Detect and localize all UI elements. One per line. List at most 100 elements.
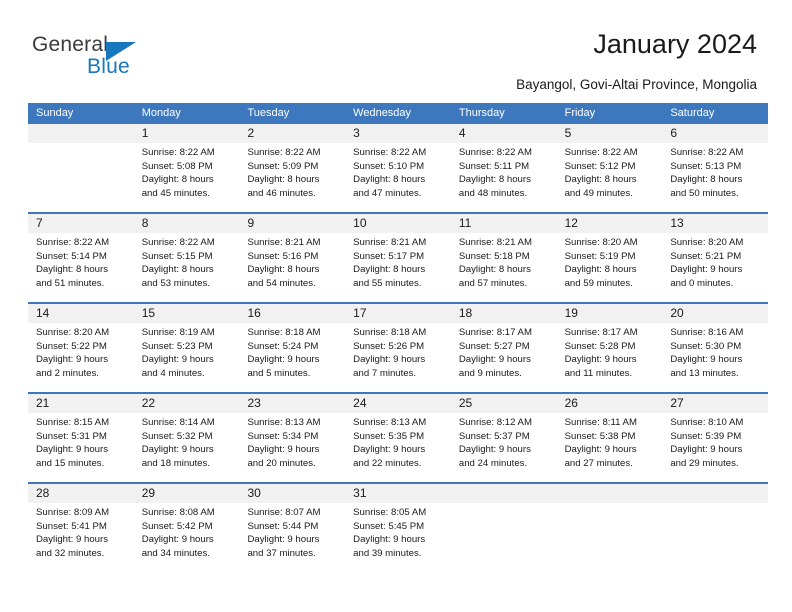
- day-cell-7[interactable]: Sunrise: 8:22 AM Sunset: 5:14 PM Daylight:…: [28, 233, 134, 302]
- day-cell-22[interactable]: Sunrise: 8:14 AM Sunset: 5:32 PM Daylight:…: [134, 413, 240, 482]
- day-detail-line: Sunrise: 8:08 AM: [141, 507, 215, 518]
- day-cell-8[interactable]: Sunrise: 8:22 AM Sunset: 5:15 PM Daylight:…: [134, 233, 240, 302]
- day-detail-line: Sunset: 5:45 PM: [353, 520, 425, 532]
- day-number-24[interactable]: 24: [345, 394, 451, 413]
- day-number-6[interactable]: 6: [662, 124, 768, 143]
- day-cell-17[interactable]: Sunrise: 8:18 AM Sunset: 5:26 PM Daylight:…: [345, 323, 451, 392]
- day-number-25[interactable]: 25: [451, 394, 557, 413]
- day-detail-line: Daylight: 9 hours: [458, 354, 531, 366]
- day-detail-line: and 4 minutes.: [141, 367, 205, 379]
- day-detail-line: Daylight: 9 hours: [564, 444, 637, 456]
- day-cell-19[interactable]: Sunrise: 8:17 AM Sunset: 5:28 PM Daylight:…: [557, 323, 663, 392]
- day-cell-3[interactable]: Sunrise: 8:22 AM Sunset: 5:10 PM Daylight:…: [345, 143, 451, 212]
- day-number-18[interactable]: 18: [451, 304, 557, 323]
- general-blue-logo: General Blue: [32, 33, 212, 85]
- day-number-16[interactable]: 16: [239, 304, 345, 323]
- day-number-28[interactable]: 28: [28, 484, 134, 503]
- week-detail-band: Sunrise: 8:09 AM Sunset: 5:41 PM Daylight:…: [28, 503, 768, 572]
- day-cell-29[interactable]: Sunrise: 8:08 AM Sunset: 5:42 PM Daylight:…: [134, 503, 240, 572]
- week-detail-band: Sunrise: 8:22 AM Sunset: 5:08 PM Daylight:…: [28, 143, 768, 212]
- day-detail-line: Sunrise: 8:19 AM: [141, 327, 215, 338]
- day-cell-24[interactable]: Sunrise: 8:13 AM Sunset: 5:35 PM Daylight:…: [345, 413, 451, 482]
- day-detail-line: and 32 minutes.: [36, 547, 105, 559]
- day-cell-26[interactable]: Sunrise: 8:11 AM Sunset: 5:38 PM Daylight:…: [557, 413, 663, 482]
- day-detail-line: Sunset: 5:15 PM: [141, 250, 213, 262]
- day-cell-28[interactable]: Sunrise: 8:09 AM Sunset: 5:41 PM Daylight:…: [28, 503, 134, 572]
- day-detail-line: Daylight: 8 hours: [141, 174, 214, 186]
- day-number-10[interactable]: 10: [345, 214, 451, 233]
- day-cell-30[interactable]: Sunrise: 8:07 AM Sunset: 5:44 PM Daylight:…: [239, 503, 345, 572]
- day-number-21[interactable]: 21: [28, 394, 134, 413]
- day-number-14[interactable]: 14: [28, 304, 134, 323]
- calendar-week-row: 21 22 23 24 25 26 27 Sunrise: 8:15 AM Sunset: 5:…: [28, 392, 768, 482]
- day-detail-line: Sunrise: 8:13 AM: [247, 417, 321, 428]
- day-cell-16[interactable]: Sunrise: 8:18 AM Sunset: 5:24 PM Daylight:…: [239, 323, 345, 392]
- day-cell-14[interactable]: Sunrise: 8:20 AM Sunset: 5:22 PM Daylight:…: [28, 323, 134, 392]
- day-number-5[interactable]: 5: [557, 124, 663, 143]
- day-cell-12[interactable]: Sunrise: 8:20 AM Sunset: 5:19 PM Daylight:…: [557, 233, 663, 302]
- day-detail-line: Daylight: 9 hours: [247, 534, 320, 546]
- day-detail-line: Sunrise: 8:09 AM: [36, 507, 110, 518]
- day-number-1[interactable]: 1: [134, 124, 240, 143]
- day-number-7[interactable]: 7: [28, 214, 134, 233]
- day-number-26[interactable]: 26: [557, 394, 663, 413]
- day-number-2[interactable]: 2: [239, 124, 345, 143]
- day-detail-line: and 39 minutes.: [353, 547, 422, 559]
- day-number-19[interactable]: 19: [557, 304, 663, 323]
- day-cell-9[interactable]: Sunrise: 8:21 AM Sunset: 5:16 PM Daylight:…: [239, 233, 345, 302]
- day-cell-1[interactable]: Sunrise: 8:22 AM Sunset: 5:08 PM Daylight:…: [134, 143, 240, 212]
- day-detail-line: Sunrise: 8:22 AM: [247, 147, 321, 158]
- day-cell-5[interactable]: Sunrise: 8:22 AM Sunset: 5:12 PM Daylight:…: [557, 143, 663, 212]
- day-detail-line: Sunset: 5:34 PM: [247, 430, 319, 442]
- day-number-17[interactable]: 17: [345, 304, 451, 323]
- day-detail-line: and 55 minutes.: [353, 277, 422, 289]
- day-detail-line: Sunset: 5:19 PM: [564, 250, 636, 262]
- weekday-header-monday: Monday: [141, 107, 181, 119]
- day-number-11[interactable]: 11: [451, 214, 557, 233]
- day-number-30[interactable]: 30: [239, 484, 345, 503]
- weekday-header-thursday: Thursday: [458, 107, 505, 119]
- day-cell-27[interactable]: Sunrise: 8:10 AM Sunset: 5:39 PM Daylight:…: [662, 413, 768, 482]
- day-cell-10[interactable]: Sunrise: 8:21 AM Sunset: 5:17 PM Daylight:…: [345, 233, 451, 302]
- day-number-29[interactable]: 29: [134, 484, 240, 503]
- day-cell-11[interactable]: Sunrise: 8:21 AM Sunset: 5:18 PM Daylight:…: [451, 233, 557, 302]
- day-cell-15[interactable]: Sunrise: 8:19 AM Sunset: 5:23 PM Daylight:…: [134, 323, 240, 392]
- day-cell-20[interactable]: Sunrise: 8:16 AM Sunset: 5:30 PM Daylight:…: [662, 323, 768, 392]
- day-detail-line: Sunrise: 8:17 AM: [458, 327, 532, 338]
- day-detail-line: Daylight: 9 hours: [141, 534, 214, 546]
- day-detail-line: Daylight: 8 hours: [353, 264, 426, 276]
- day-number-3[interactable]: 3: [345, 124, 451, 143]
- day-number-12[interactable]: 12: [557, 214, 663, 233]
- day-number-23[interactable]: 23: [239, 394, 345, 413]
- day-cell-18[interactable]: Sunrise: 8:17 AM Sunset: 5:27 PM Daylight:…: [451, 323, 557, 392]
- day-cell-2[interactable]: Sunrise: 8:22 AM Sunset: 5:09 PM Daylight:…: [239, 143, 345, 212]
- day-detail-line: and 53 minutes.: [141, 277, 210, 289]
- day-cell-31[interactable]: Sunrise: 8:05 AM Sunset: 5:45 PM Daylight:…: [345, 503, 451, 572]
- day-cell-21[interactable]: Sunrise: 8:15 AM Sunset: 5:31 PM Daylight:…: [28, 413, 134, 482]
- day-cell-13[interactable]: Sunrise: 8:20 AM Sunset: 5:21 PM Daylight:…: [662, 233, 768, 302]
- day-detail-line: and 11 minutes.: [564, 367, 633, 379]
- day-detail-line: and 2 minutes.: [36, 367, 99, 379]
- day-detail-line: Sunset: 5:38 PM: [564, 430, 636, 442]
- day-detail-line: Daylight: 9 hours: [141, 444, 214, 456]
- day-cell-6[interactable]: Sunrise: 8:22 AM Sunset: 5:13 PM Daylight:…: [662, 143, 768, 212]
- day-detail-line: and 0 minutes.: [670, 277, 734, 289]
- day-number-8[interactable]: 8: [134, 214, 240, 233]
- day-number-22[interactable]: 22: [134, 394, 240, 413]
- day-cell-4[interactable]: Sunrise: 8:22 AM Sunset: 5:11 PM Daylight:…: [451, 143, 557, 212]
- day-number-20[interactable]: 20: [662, 304, 768, 323]
- calendar-grid: Sunday Monday Tuesday Wednesday Thursday Frid…: [28, 103, 768, 572]
- day-detail-line: Daylight: 8 hours: [564, 174, 637, 186]
- day-detail-line: Sunset: 5:12 PM: [564, 160, 636, 172]
- day-number-27[interactable]: 27: [662, 394, 768, 413]
- day-number-31[interactable]: 31: [345, 484, 451, 503]
- day-detail-line: Daylight: 8 hours: [247, 264, 320, 276]
- day-detail-line: Sunrise: 8:21 AM: [353, 237, 427, 248]
- day-number-13[interactable]: 13: [662, 214, 768, 233]
- day-cell-23[interactable]: Sunrise: 8:13 AM Sunset: 5:34 PM Daylight:…: [239, 413, 345, 482]
- day-number-9[interactable]: 9: [239, 214, 345, 233]
- day-number-15[interactable]: 15: [134, 304, 240, 323]
- day-cell-25[interactable]: Sunrise: 8:12 AM Sunset: 5:37 PM Daylight:…: [451, 413, 557, 482]
- day-number-4[interactable]: 4: [451, 124, 557, 143]
- day-detail-line: Sunrise: 8:22 AM: [564, 147, 638, 158]
